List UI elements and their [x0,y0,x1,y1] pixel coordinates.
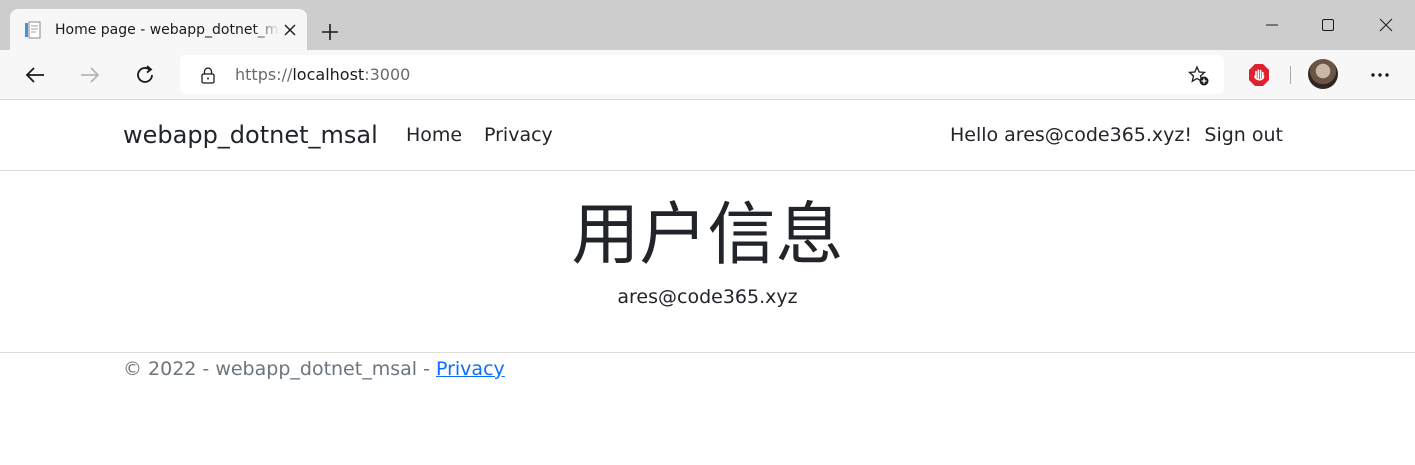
nav-link-privacy[interactable]: Privacy [484,123,553,147]
plus-icon [322,24,338,40]
tab-strip: Home page - webapp_dotnet_msal [0,0,1415,51]
url-scheme: https:// [235,65,293,84]
footer-copyright: © 2022 - webapp_dotnet_msal - [123,358,436,380]
brand-link[interactable]: webapp_dotnet_msal [123,120,378,150]
new-tab-button[interactable] [316,18,344,46]
refresh-icon [137,65,153,83]
minimize-icon [1266,24,1278,26]
forward-button[interactable] [76,61,104,89]
back-arrow-icon [25,67,44,83]
nav-link-home[interactable]: Home [406,123,462,147]
window-close-icon [1379,18,1393,32]
profile-avatar[interactable] [1308,59,1338,89]
address-bar[interactable]: https://localhost:3000 [180,55,1224,94]
maximize-icon [1322,19,1334,31]
back-button[interactable] [21,61,49,89]
sign-out-link[interactable]: Sign out [1204,123,1283,147]
footer-privacy-link[interactable]: Privacy [436,358,505,380]
forward-arrow-icon [81,67,100,83]
stop-extension-icon[interactable] [1248,63,1270,87]
tab-title: Home page - webapp_dotnet_msal [55,22,280,38]
user-greeting: Hello ares@code365.xyz! [949,124,1192,146]
refresh-button[interactable] [131,61,159,89]
toolbar-divider [1290,66,1291,84]
url-port: :3000 [364,65,411,84]
lock-icon[interactable] [199,66,217,84]
window-close-button[interactable] [1371,10,1401,40]
footer: © 2022 - webapp_dotnet_msal - Privacy [0,352,1415,465]
site-navbar: webapp_dotnet_msal Home Privacy Hello ar… [0,100,1415,171]
page-title: 用户信息 [571,196,844,275]
footer-text: © 2022 - webapp_dotnet_msal - Privacy [123,357,505,381]
url-host: localhost [292,65,365,84]
more-menu-icon[interactable] [1365,63,1395,87]
user-email: ares@code365.xyz [617,286,798,308]
browser-toolbar: https://localhost:3000 [0,50,1415,100]
minimize-button[interactable] [1257,10,1287,40]
favorites-add-icon[interactable] [1187,65,1210,87]
url-text: https://localhost:3000 [235,65,410,85]
close-icon[interactable] [282,22,298,38]
page-favicon-icon [24,21,42,39]
maximize-button[interactable] [1313,10,1343,40]
browser-tab[interactable]: Home page - webapp_dotnet_msal [10,9,307,51]
